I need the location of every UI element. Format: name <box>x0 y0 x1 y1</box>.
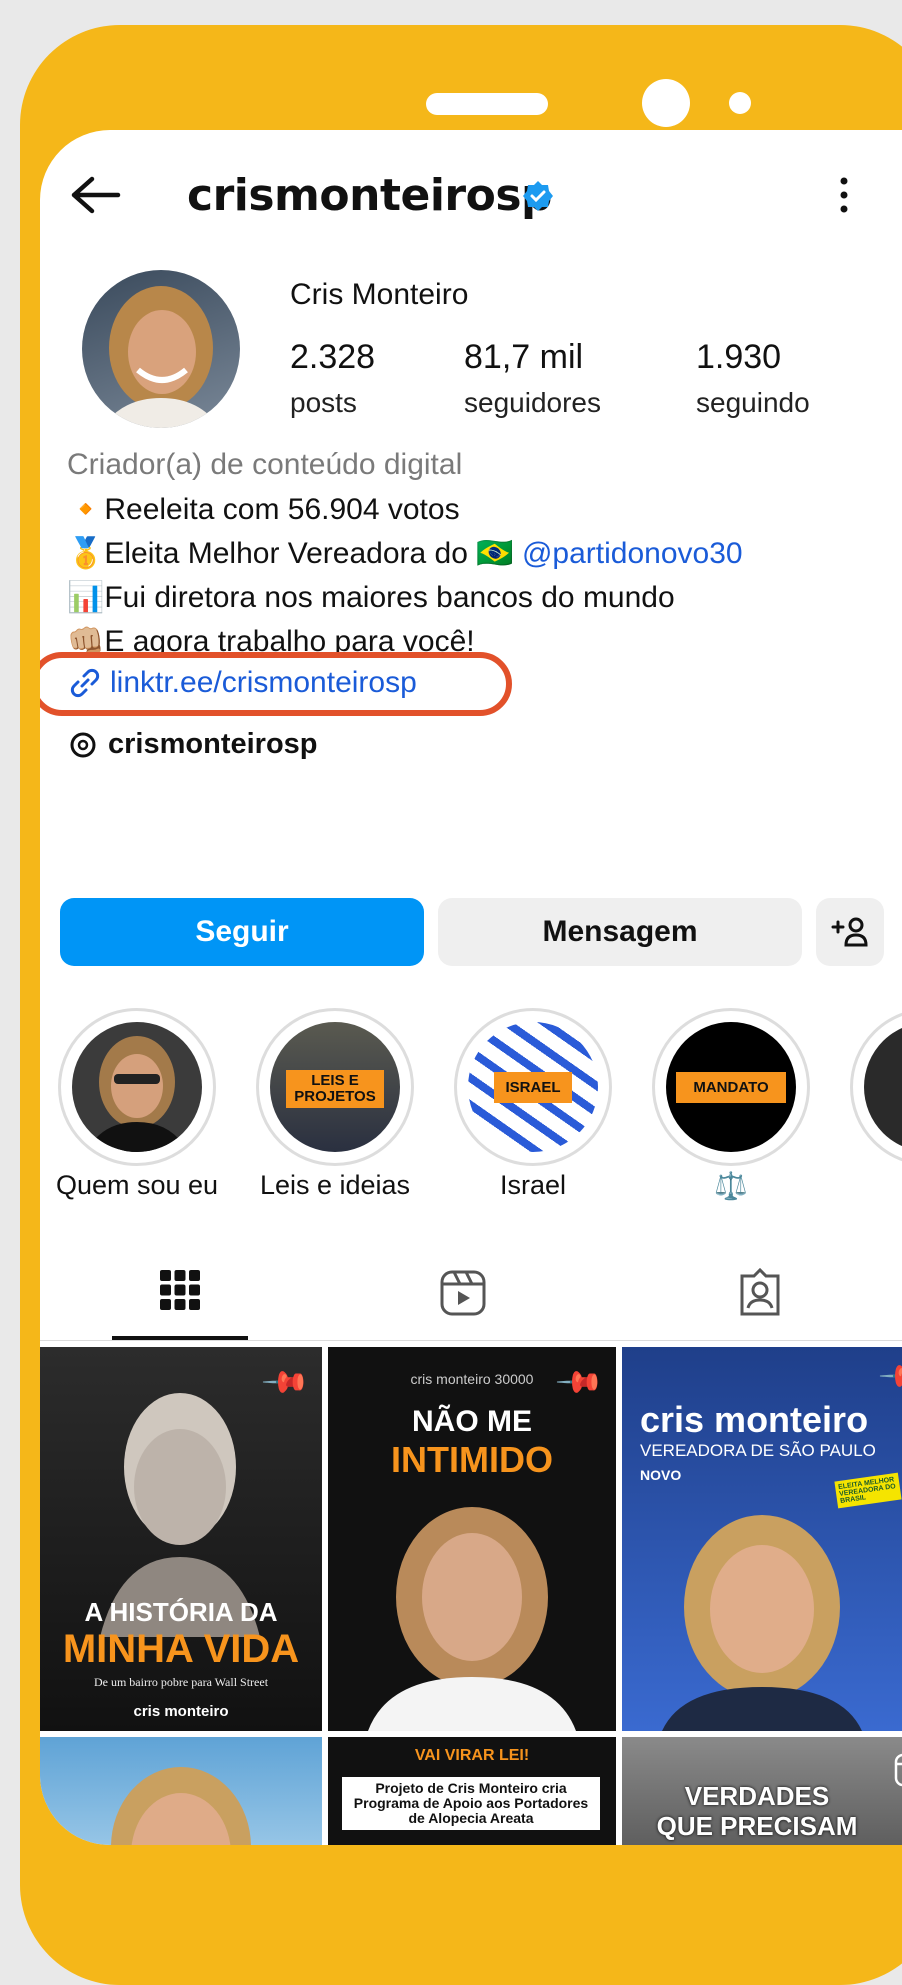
highlight-cover: LEIS E PROJETOS <box>270 1022 400 1152</box>
post-tile[interactable]: 📌 A HISTÓRIA DA MINHA VIDA De um bairro … <box>40 1347 322 1731</box>
highlight-tag: ISRAEL <box>494 1072 572 1103</box>
post-line2: MINHA VIDA <box>62 1627 300 1671</box>
follow-button[interactable]: Seguir <box>60 898 424 966</box>
stat-following-value: 1.930 <box>696 338 782 376</box>
phone-camera <box>642 79 690 127</box>
profile-avatar[interactable] <box>82 270 240 428</box>
tab-reels[interactable] <box>440 1270 486 1316</box>
highlight-label: Israel <box>499 1170 567 1200</box>
message-button[interactable]: Mensagem <box>438 898 802 966</box>
highlight-label: Quem sou eu <box>55 1170 219 1200</box>
stat-posts-label: posts <box>290 387 357 418</box>
post-line2: QUE PRECISAM <box>656 1811 858 1841</box>
profile-display-name: Cris Monteiro <box>290 278 469 311</box>
mention-link[interactable]: @partidonovo30 <box>522 537 743 570</box>
bio-line-4-text: E agora trabalho para você! <box>104 625 475 652</box>
more-options-icon[interactable] <box>834 175 854 215</box>
highlight-label: ⚖️ <box>714 1171 748 1201</box>
highlight-cover: ISRAEL <box>468 1022 598 1152</box>
phone-speaker <box>426 93 548 115</box>
stat-followers-label: seguidores <box>464 387 601 418</box>
reels-icon <box>440 1270 486 1316</box>
suggest-user-button[interactable] <box>816 898 884 966</box>
bio-line-3-text: Fui diretora nos maiores bancos do mundo <box>104 581 675 614</box>
tab-grid[interactable] <box>112 1260 248 1340</box>
bio-line-3: 📊Fui diretora nos maiores bancos do mund… <box>67 580 675 615</box>
tagged-icon <box>740 1267 780 1316</box>
medal-icon: 🥇 <box>67 537 105 570</box>
link-icon <box>68 666 102 700</box>
highlight-cover <box>864 1022 902 1152</box>
stat-posts[interactable]: 2.328 posts <box>290 338 375 419</box>
bio-line-2: 🥇Eleita Melhor Vereadora do 🇧🇷 @partidon… <box>67 536 743 571</box>
highlight-leis-e-ideias[interactable]: LEIS E PROJETOS <box>256 1008 414 1166</box>
brazil-flag-icon: 🇧🇷 <box>476 537 514 570</box>
post-line2: Projeto de Cris Monteiro cria Programa d… <box>342 1777 600 1830</box>
highlight-israel[interactable]: ISRAEL <box>454 1008 612 1166</box>
reels-badge-icon <box>894 1753 902 1787</box>
profile-link[interactable]: linktr.ee/crismonteirosp <box>110 666 417 700</box>
post-sub: De um bairro pobre para Wall Street <box>93 1675 269 1689</box>
post-line2: VEREADORA DE SÃO PAULO <box>640 1441 876 1460</box>
post-tile[interactable]: VERDADES QUE PRECISAM <box>622 1737 902 1845</box>
post-brand: cris monteiro <box>133 1703 229 1720</box>
post-line1: VAI VIRAR LEI! <box>414 1747 530 1764</box>
fist-icon: 👊🏼 <box>67 625 105 652</box>
stat-followers-value: 81,7 mil <box>464 338 584 376</box>
phone-sensor <box>729 92 751 114</box>
chart-icon: 📊 <box>67 581 105 614</box>
post-line1: VERDADES <box>684 1781 830 1811</box>
post-tile[interactable]: 📌 cris monteiro VEREADORA DE SÃO PAULO N… <box>622 1347 902 1731</box>
add-person-icon <box>831 917 868 947</box>
post-tile[interactable]: 📌 cris monteiro 30000 NÃO ME INTIMIDO <box>328 1347 616 1731</box>
bio-line-4: 👊🏼E agora trabalho para você! <box>67 624 475 652</box>
tab-tagged[interactable] <box>736 1267 784 1316</box>
post-tile[interactable] <box>40 1737 322 1845</box>
threads-handle[interactable]: crismonteirosp <box>108 728 318 761</box>
post-line1: cris monteiro <box>640 1399 869 1440</box>
highlight-cover <box>72 1022 202 1152</box>
threads-icon[interactable] <box>68 730 98 760</box>
tabs-divider <box>40 1340 902 1341</box>
post-line1: A HISTÓRIA DA <box>84 1597 278 1627</box>
highlight-tag: LEIS E PROJETOS <box>286 1070 384 1108</box>
profile-category: Criador(a) de conteúdo digital <box>67 448 463 481</box>
bio-line-4-clip: 👊🏼E agora trabalho para você! <box>40 620 640 652</box>
verified-badge-icon <box>522 180 554 212</box>
post-tile[interactable]: VAI VIRAR LEI! Projeto de Cris Monteiro … <box>328 1737 616 1845</box>
highlight-cover: MANDATO <box>666 1022 796 1152</box>
diamond-icon: 🔸 <box>67 493 105 526</box>
highlight-mandato[interactable]: MANDATO <box>652 1008 810 1166</box>
grid-icon <box>160 1270 200 1310</box>
stat-following-label: seguindo <box>696 387 810 418</box>
highlight-partial[interactable] <box>850 1008 902 1166</box>
stat-posts-value: 2.328 <box>290 338 376 376</box>
bio-line-1-text: Reeleita com 56.904 votos <box>104 493 460 526</box>
stat-following[interactable]: 1.930 seguindo <box>696 338 810 419</box>
post-sub: NOVO <box>640 1467 682 1483</box>
post-line1: NÃO ME <box>412 1405 532 1438</box>
instagram-profile-screen: crismonteirosp Cris Monteiro 2.328 posts… <box>40 130 902 1845</box>
stat-followers[interactable]: 81,7 mil seguidores <box>464 338 601 419</box>
bio-line-1: 🔸Reeleita com 56.904 votos <box>67 492 460 527</box>
highlight-label: Leis e ideias <box>259 1170 411 1200</box>
highlight-tag: MANDATO <box>676 1072 786 1103</box>
post-top: cris monteiro 30000 <box>410 1371 534 1387</box>
bio-line-2-text: Eleita Melhor Vereadora do <box>104 537 477 570</box>
highlight-quem-sou-eu[interactable] <box>58 1008 216 1166</box>
post-line2: INTIMIDO <box>391 1439 553 1480</box>
back-arrow-icon[interactable] <box>70 175 122 215</box>
profile-username: crismonteirosp <box>187 170 553 221</box>
